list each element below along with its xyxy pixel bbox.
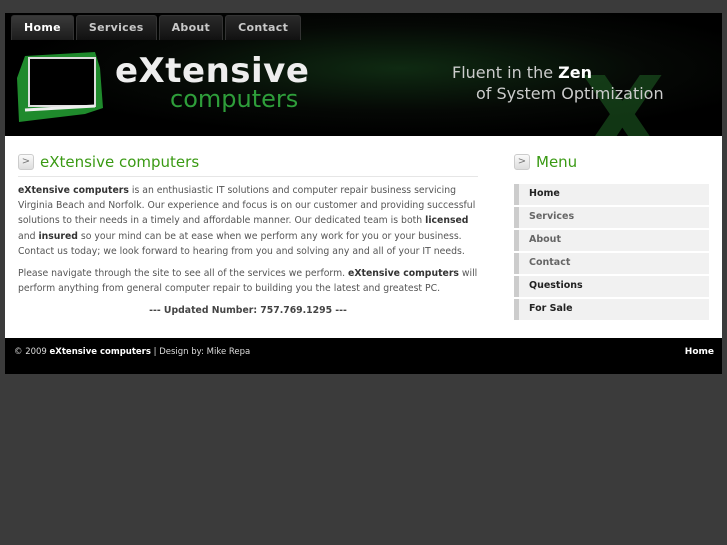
page-container: X Home Services About Contact eXtensive … (5, 13, 722, 374)
text: and (18, 230, 39, 242)
tab-services[interactable]: Services (75, 15, 157, 40)
brand-bold: eXtensive computers (18, 185, 129, 196)
chevron-right-icon: > (514, 154, 530, 170)
footer-home-link[interactable]: Home (685, 338, 714, 366)
sidebar-item-questions[interactable]: Questions (514, 276, 709, 297)
tagline-line-2: of System Optimization (476, 84, 664, 103)
monitor-logo-icon (17, 52, 103, 122)
divider (18, 176, 478, 177)
copyright: © 2009 (14, 347, 50, 357)
sidebar-title: Menu (536, 153, 578, 171)
main-heading: > eXtensive computers (18, 153, 478, 171)
main-text: eXtensive computers is an enthusiastic I… (18, 183, 478, 326)
tab-contact[interactable]: Contact (225, 15, 302, 40)
services-paragraph: Please navigate through the site to see … (18, 266, 478, 296)
content-area: > eXtensive computers eXtensive computers… (5, 136, 722, 338)
top-nav: Home Services About Contact (11, 15, 302, 40)
sidebar-item-for-sale[interactable]: For Sale (514, 299, 709, 320)
tab-home[interactable]: Home (11, 15, 74, 40)
brand-bold: eXtensive computers (348, 268, 459, 280)
text: Please navigate through the site to see … (18, 268, 349, 280)
tab-about[interactable]: About (158, 15, 224, 40)
updated-number: --- Updated Number: 757.769.1295 --- (149, 305, 347, 317)
sidebar-item-contact[interactable]: Contact (514, 253, 709, 274)
sidebar-menu: Home Services About Contact Questions Fo… (514, 184, 709, 322)
insured-bold: insured (38, 230, 78, 242)
text: so your mind can be at ease when we perf… (18, 230, 465, 257)
sidebar-item-home[interactable]: Home (514, 184, 709, 205)
design-credit: | Design by: Mike Repa (150, 347, 251, 357)
licensed-bold: licensed (425, 215, 469, 227)
tagline-line-1: Fluent in the Zen (452, 63, 592, 82)
main-title: eXtensive computers (40, 153, 200, 171)
chevron-right-icon: > (18, 154, 34, 170)
sidebar-item-about[interactable]: About (514, 230, 709, 251)
footer-brand: eXtensive computers (49, 347, 151, 357)
footer: © 2009 eXtensive computers | Design by: … (5, 338, 722, 374)
header-banner: X Home Services About Contact eXtensive … (5, 13, 722, 136)
tagline-text: Fluent in the (452, 63, 559, 82)
tagline-bold: Zen (558, 63, 592, 82)
intro-paragraph: eXtensive computers is an enthusiastic I… (18, 183, 478, 259)
sidebar-heading: > Menu (514, 153, 577, 171)
logo-subtext: computers (170, 85, 299, 113)
sidebar-item-services[interactable]: Services (514, 207, 709, 228)
